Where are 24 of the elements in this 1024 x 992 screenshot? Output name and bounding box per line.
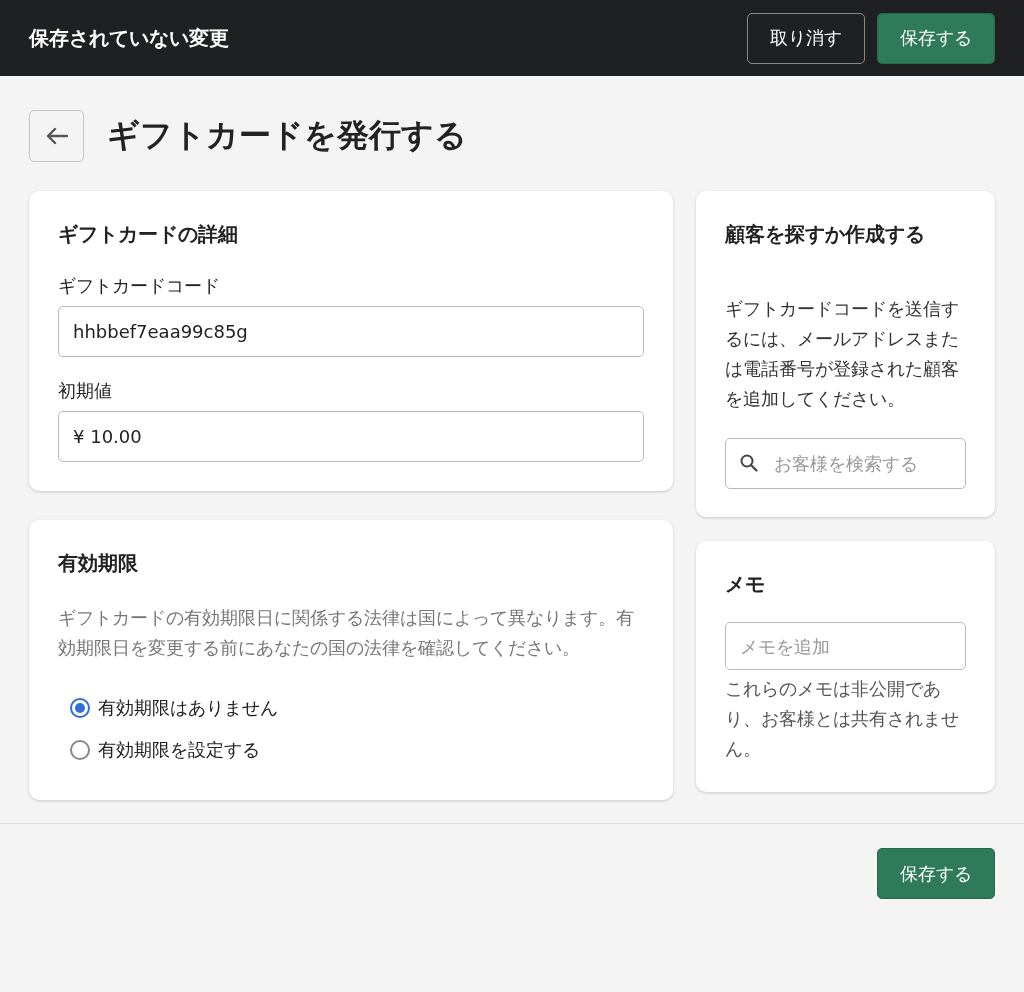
card-title: ギフトカードの詳細 bbox=[58, 221, 239, 248]
page-title: ギフトカードを発行する bbox=[107, 115, 467, 156]
radio-label[interactable]: 有効期限はありません bbox=[98, 696, 278, 720]
field-label: ギフトカードコード bbox=[58, 274, 221, 298]
note-field[interactable]: メモを追加 bbox=[725, 622, 966, 670]
card-title: 有効期限 bbox=[58, 550, 139, 577]
radio-label[interactable]: 有効期限を設定する bbox=[98, 738, 260, 762]
notes-help-text: これらのメモは非公開であり、お客様とは共有されません。 bbox=[725, 677, 960, 761]
back-button[interactable] bbox=[29, 110, 84, 162]
radio-button[interactable] bbox=[70, 698, 90, 718]
expiry-description: ギフトカードの有効期限日に関係する法律は国によって異なります。有効期限日を変更する前にあなたの国の法律を確認してください。 bbox=[58, 606, 635, 660]
field-label: 初期値 bbox=[58, 379, 113, 403]
input-field[interactable]: ¥ 10.00 bbox=[58, 411, 644, 462]
save-button[interactable]: 保存する bbox=[877, 12, 995, 64]
input-field[interactable]: hhbbef7eaa99c85g bbox=[58, 306, 644, 357]
card-title: メモ bbox=[725, 571, 766, 598]
save-button[interactable]: 保存する bbox=[877, 848, 995, 899]
search-field[interactable]: お客様を検索する bbox=[725, 438, 966, 489]
customer-description: ギフトカードコードを送信するには、メールアドレスまたは電話番号が登録された顧客を追加してください。 bbox=[725, 297, 960, 411]
unsaved-changes-title: 保存されていない変更 bbox=[29, 24, 230, 52]
card-title: 顧客を探すか作成する bbox=[725, 221, 926, 248]
arrow-left-icon bbox=[45, 127, 68, 145]
radio-button[interactable] bbox=[70, 740, 90, 760]
cancel-button[interactable]: 取り消す bbox=[747, 12, 865, 64]
